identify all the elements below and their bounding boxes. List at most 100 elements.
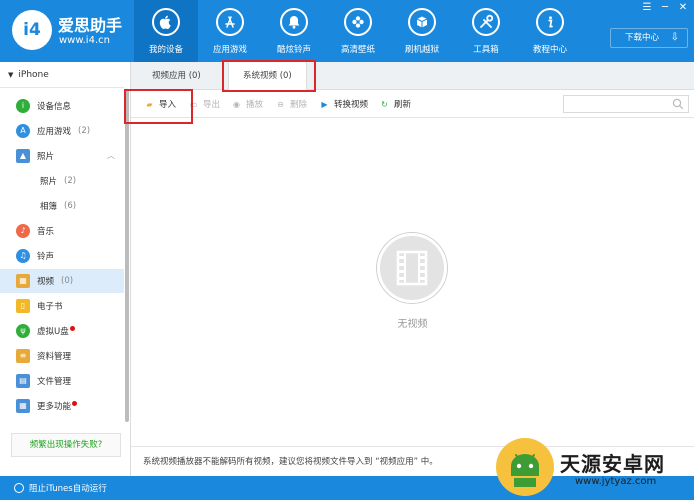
- close-button[interactable]: ✕: [676, 2, 690, 13]
- import-button[interactable]: ▰ 导入: [144, 97, 176, 111]
- nav-label: 我的设备: [148, 45, 183, 55]
- bell-icon: ♫: [16, 249, 30, 263]
- export-button[interactable]: ▭ 导出: [188, 97, 220, 111]
- empty-state-text: 无视频: [397, 319, 428, 330]
- sidebar-item-count: (0): [61, 276, 74, 286]
- info-icon: i: [16, 99, 30, 113]
- download-center-label: 下载中心: [625, 33, 660, 43]
- delete-icon: ⊖: [277, 99, 284, 109]
- refresh-button[interactable]: ↻ 刷新: [379, 97, 411, 111]
- sidebar-item-ebooks[interactable]: ▯ 电子书: [0, 294, 124, 318]
- import-folder-icon: ▰: [146, 99, 153, 109]
- delete-button[interactable]: ⊖ 删除: [275, 97, 307, 111]
- nav-flash-jailbreak[interactable]: 刷机越狱: [390, 0, 454, 62]
- nav-label: 工具箱: [473, 45, 499, 55]
- play-label: 播放: [246, 100, 264, 110]
- sidebar-item-more[interactable]: ▦ 更多功能: [0, 394, 124, 418]
- frequent-failure-help-button[interactable]: 频繁出现操作失败?: [11, 433, 121, 457]
- info-icon: [536, 8, 564, 36]
- sidebar-item-label: 资料管理: [37, 352, 72, 362]
- export-label: 导出: [203, 100, 221, 110]
- nav-my-device[interactable]: 我的设备: [134, 0, 198, 62]
- flower-icon: [344, 8, 372, 36]
- sidebar-item-device-info[interactable]: i 设备信息: [0, 94, 124, 118]
- watermark-title: 天源安卓网: [560, 452, 665, 476]
- usb-icon: ψ: [16, 324, 30, 338]
- sidebar-item-music[interactable]: ♪ 音乐: [0, 219, 124, 243]
- sidebar-item-label: 相簿: [40, 202, 58, 212]
- sidebar-item-label: 虚拟U盘: [37, 327, 69, 337]
- sidebar-item-count: (2): [64, 176, 77, 186]
- app-store-icon: [216, 8, 244, 36]
- sidebar: ▼ iPhone i 设备信息 A 应用游戏 (2) ▲ 照片 ︿ 照片 (2) …: [0, 62, 131, 476]
- search-icon: [672, 98, 684, 110]
- export-icon: ▭: [189, 99, 198, 109]
- sidebar-item-label: 音乐: [37, 227, 55, 237]
- nav-tutorials[interactable]: 教程中心: [518, 0, 582, 62]
- contacts-icon: ≡: [16, 349, 30, 363]
- sidebar-item-videos[interactable]: ▦ 视频 (0): [0, 269, 124, 293]
- device-selector[interactable]: ▼ iPhone: [0, 62, 124, 88]
- sidebar-item-photos[interactable]: ▲ 照片 ︿: [0, 144, 124, 168]
- sidebar-item-apps[interactable]: A 应用游戏 (2): [0, 119, 124, 143]
- music-icon: ♪: [16, 224, 30, 238]
- nav-ringtones[interactable]: 酷炫铃声: [262, 0, 326, 62]
- caret-down-icon: ▼: [8, 71, 14, 79]
- sidebar-item-label: 设备信息: [37, 102, 72, 112]
- nav-label: 教程中心: [532, 45, 567, 55]
- top-bar: i4 爱思助手 www.i4.cn 我的设备 应用游戏 酷炫铃声 高清壁纸 刷机…: [0, 0, 694, 62]
- notification-dot: [72, 400, 78, 406]
- play-icon: ◉: [233, 99, 240, 109]
- sidebar-item-virtual-usb[interactable]: ψ 虚拟U盘: [0, 319, 124, 343]
- nav-apps-games[interactable]: 应用游戏: [198, 0, 262, 62]
- sidebar-item-label: 照片: [37, 152, 55, 162]
- menu-icon[interactable]: ☰: [640, 2, 654, 13]
- main-panel: 视频应用 (0) 系统视频 (0) ▰ 导入 ▭ 导出 ◉ 播放 ⊖ 删除 ▶ 转换视频 …: [124, 60, 694, 476]
- sidebar-item-count: (2): [78, 126, 91, 136]
- convert-icon: ▶: [321, 99, 328, 109]
- download-icon: ⇩: [670, 32, 679, 43]
- i4-logo: i4: [12, 10, 52, 50]
- sidebar-item-data-management[interactable]: ≡ 资料管理: [0, 344, 124, 368]
- search-input[interactable]: [563, 95, 689, 113]
- nav-label: 应用游戏: [212, 45, 247, 55]
- sidebar-item-label: 文件管理: [37, 377, 72, 387]
- sidebar-item-ringtones[interactable]: ♫ 铃声: [0, 244, 124, 268]
- sidebar-item-photo-library[interactable]: 照片 (2): [0, 169, 124, 193]
- block-itunes-toggle[interactable]: 阻止iTunes自动运行: [14, 481, 107, 495]
- nav-label: 酷炫铃声: [276, 45, 311, 55]
- import-label: 导入: [159, 100, 177, 110]
- convert-video-button[interactable]: ▶ 转换视频: [319, 97, 368, 111]
- nav-label: 刷机越狱: [404, 45, 439, 55]
- watermark-android-logo: [496, 438, 554, 496]
- brand-url: www.i4.cn: [59, 35, 110, 46]
- tools-icon: [472, 8, 500, 36]
- play-button[interactable]: ◉ 播放: [231, 97, 263, 111]
- radio-icon: [14, 483, 24, 493]
- sidebar-item-file-management[interactable]: ▤ 文件管理: [0, 369, 124, 393]
- sidebar-item-count: (6): [64, 201, 77, 211]
- bell-icon: [280, 8, 308, 36]
- tab-video-apps[interactable]: 视频应用 (0): [152, 62, 201, 90]
- watermark-url: www.jytyaz.com: [575, 476, 657, 487]
- sidebar-scrollbar[interactable]: [125, 90, 129, 422]
- sidebar-item-label: 视频: [37, 277, 55, 287]
- minimize-button[interactable]: ─: [658, 2, 672, 13]
- chevron-up-icon: ︿: [107, 151, 115, 160]
- folder-icon: ▤: [16, 374, 30, 388]
- main-nav: 我的设备 应用游戏 酷炫铃声 高清壁纸 刷机越狱 工具箱 教程中心: [134, 0, 582, 62]
- brand: i4 爱思助手 www.i4.cn: [12, 9, 130, 53]
- nav-toolbox[interactable]: 工具箱: [454, 0, 518, 62]
- block-itunes-label: 阻止iTunes自动运行: [29, 484, 107, 494]
- download-center-button[interactable]: 下载中心 ⇩: [610, 28, 688, 48]
- video-icon: ▦: [16, 274, 30, 288]
- sidebar-item-label: 照片: [40, 177, 58, 187]
- tab-system-videos[interactable]: 系统视频 (0): [228, 62, 307, 91]
- sidebar-item-albums[interactable]: 相簿 (6): [0, 194, 124, 218]
- film-icon: [377, 233, 447, 303]
- toolbar: ▰ 导入 ▭ 导出 ◉ 播放 ⊖ 删除 ▶ 转换视频 ↻ 刷新: [131, 90, 694, 118]
- sidebar-item-label: 应用游戏: [37, 127, 72, 137]
- photo-icon: ▲: [16, 149, 30, 163]
- nav-wallpapers[interactable]: 高清壁纸: [326, 0, 390, 62]
- grid-icon: ▦: [16, 399, 30, 413]
